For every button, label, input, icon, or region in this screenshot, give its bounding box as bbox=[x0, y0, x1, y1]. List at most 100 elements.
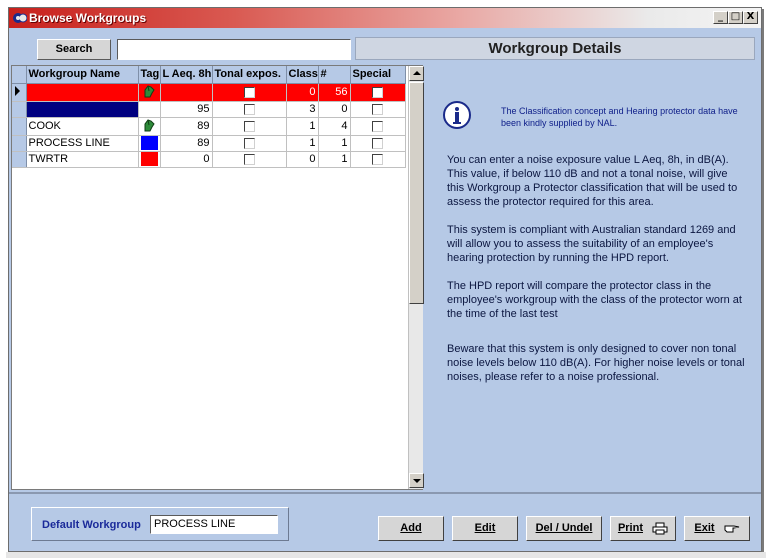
tag-color-swatch bbox=[140, 136, 158, 150]
print-button[interactable]: Print bbox=[610, 516, 676, 541]
row-selector[interactable] bbox=[12, 83, 27, 102]
tonal-checkbox[interactable] bbox=[243, 137, 255, 149]
scroll-up-button[interactable] bbox=[409, 66, 424, 81]
tonal-checkbox-cell[interactable] bbox=[212, 135, 287, 152]
laeq-cell[interactable]: 0 bbox=[160, 151, 213, 168]
tag-color-swatch bbox=[140, 152, 158, 166]
info-paragraph: The HPD report will compare the protecto… bbox=[447, 280, 742, 320]
tag-cell[interactable] bbox=[138, 83, 161, 102]
count-cell[interactable]: 1 bbox=[318, 135, 351, 152]
special-checkbox-cell[interactable] bbox=[350, 151, 406, 168]
row-selector[interactable] bbox=[12, 101, 27, 118]
workgroup-table: Workgroup Name Tag L Aeq. 8h Tonal expos… bbox=[12, 66, 406, 168]
default-workgroup-box: Default Workgroup PROCESS LINE bbox=[31, 507, 289, 541]
tonal-checkbox-cell[interactable] bbox=[212, 83, 287, 102]
edit-button[interactable]: Edit bbox=[452, 516, 518, 541]
column-header[interactable]: # bbox=[318, 66, 351, 84]
hand-icon bbox=[144, 84, 155, 97]
class-cell[interactable]: 3 bbox=[286, 101, 319, 118]
class-cell[interactable]: 1 bbox=[286, 117, 319, 136]
workgroup-name-cell[interactable]: TWRTR bbox=[26, 151, 139, 168]
class-cell[interactable]: 0 bbox=[286, 83, 319, 102]
scroll-thumb[interactable] bbox=[409, 82, 424, 304]
exit-button-label: Exit bbox=[694, 522, 715, 534]
search-button[interactable]: Search bbox=[37, 39, 111, 60]
arrow-down-icon bbox=[413, 479, 421, 483]
table-row[interactable]: 0 56 bbox=[12, 83, 406, 102]
workgroup-details-header: Workgroup Details bbox=[355, 37, 755, 60]
column-header[interactable]: Class bbox=[286, 66, 319, 84]
printer-icon bbox=[652, 522, 668, 535]
row-selector[interactable] bbox=[12, 117, 27, 136]
tag-cell[interactable] bbox=[138, 101, 161, 118]
footer-divider bbox=[9, 492, 761, 494]
special-checkbox[interactable] bbox=[372, 137, 383, 149]
del-undel-button-label: Del / Undel bbox=[535, 522, 593, 534]
minimize-button[interactable]: _ bbox=[713, 11, 728, 24]
column-header[interactable]: Special bbox=[350, 66, 406, 84]
tonal-checkbox[interactable] bbox=[243, 120, 255, 132]
tonal-checkbox[interactable] bbox=[243, 86, 255, 98]
table-row[interactable]: TWRTR 0 0 1 bbox=[12, 151, 406, 168]
current-row-arrow-icon bbox=[15, 85, 20, 96]
workgroup-name-cell[interactable]: PROCESS LINE bbox=[26, 135, 139, 152]
close-button[interactable]: X bbox=[743, 11, 758, 24]
tag-cell[interactable] bbox=[138, 117, 161, 136]
arrow-up-icon bbox=[413, 71, 421, 75]
workgroup-name-cell[interactable]: COOK bbox=[26, 117, 139, 136]
count-cell[interactable]: 1 bbox=[318, 151, 351, 168]
table-row[interactable]: COOK 89 1 4 bbox=[12, 117, 406, 136]
table-row[interactable]: PROCESS LINE 89 1 1 bbox=[12, 135, 406, 152]
window-title: Browse Workgroups bbox=[29, 11, 147, 25]
column-header[interactable]: Tonal expos. bbox=[212, 66, 287, 84]
pointing-hand-icon bbox=[724, 525, 739, 533]
grid-header-row: Workgroup Name Tag L Aeq. 8h Tonal expos… bbox=[12, 66, 406, 84]
tag-cell[interactable] bbox=[138, 135, 161, 152]
count-cell[interactable]: 0 bbox=[318, 101, 351, 118]
grid-vertical-scrollbar[interactable] bbox=[408, 66, 424, 489]
special-checkbox-cell[interactable] bbox=[350, 135, 406, 152]
default-workgroup-field[interactable]: PROCESS LINE bbox=[150, 515, 278, 534]
special-checkbox-cell[interactable] bbox=[350, 117, 406, 136]
special-checkbox-cell[interactable] bbox=[350, 101, 406, 118]
special-checkbox[interactable] bbox=[372, 120, 383, 132]
column-header[interactable]: Tag bbox=[138, 66, 161, 84]
print-button-label: Print bbox=[617, 522, 643, 534]
column-header[interactable]: Workgroup Name bbox=[26, 66, 139, 84]
default-workgroup-label: Default Workgroup bbox=[42, 519, 141, 531]
workgroup-name-cell[interactable] bbox=[26, 101, 139, 118]
class-cell[interactable]: 0 bbox=[286, 151, 319, 168]
class-cell[interactable]: 1 bbox=[286, 135, 319, 152]
search-input[interactable] bbox=[117, 39, 351, 60]
tonal-checkbox[interactable] bbox=[243, 103, 255, 115]
browse-workgroups-window: Browse Workgroups _ □ X Search Workgroup… bbox=[8, 7, 762, 552]
row-selector[interactable] bbox=[12, 135, 27, 152]
laeq-cell[interactable]: 89 bbox=[160, 117, 213, 136]
special-checkbox[interactable] bbox=[372, 103, 383, 115]
row-selector[interactable] bbox=[12, 151, 27, 168]
laeq-cell[interactable] bbox=[160, 83, 213, 102]
table-row[interactable]: 95 3 0 bbox=[12, 101, 406, 118]
exit-button[interactable]: Exit bbox=[684, 516, 750, 541]
special-checkbox[interactable] bbox=[372, 86, 383, 98]
tonal-checkbox-cell[interactable] bbox=[212, 151, 287, 168]
laeq-cell[interactable]: 95 bbox=[160, 101, 213, 118]
tonal-checkbox-cell[interactable] bbox=[212, 101, 287, 118]
tag-cell[interactable] bbox=[138, 151, 161, 168]
nal-credit-note: The Classification concept and Hearing p… bbox=[501, 106, 738, 128]
scroll-down-button[interactable] bbox=[409, 473, 424, 488]
special-checkbox[interactable] bbox=[372, 153, 383, 165]
workgroup-name-cell[interactable] bbox=[26, 83, 139, 102]
tonal-checkbox-cell[interactable] bbox=[212, 117, 287, 136]
maximize-button[interactable]: □ bbox=[728, 11, 743, 24]
add-button[interactable]: Add bbox=[378, 516, 444, 541]
del-undel-button[interactable]: Del / Undel bbox=[526, 516, 602, 541]
special-checkbox-cell[interactable] bbox=[350, 83, 406, 102]
count-cell[interactable]: 56 bbox=[318, 83, 351, 102]
count-cell[interactable]: 4 bbox=[318, 117, 351, 136]
app-logo-icon bbox=[13, 13, 27, 23]
laeq-cell[interactable]: 89 bbox=[160, 135, 213, 152]
tonal-checkbox[interactable] bbox=[243, 153, 255, 165]
column-header[interactable]: L Aeq. 8h bbox=[160, 66, 213, 84]
title-bar[interactable]: Browse Workgroups _ □ X bbox=[9, 8, 761, 28]
